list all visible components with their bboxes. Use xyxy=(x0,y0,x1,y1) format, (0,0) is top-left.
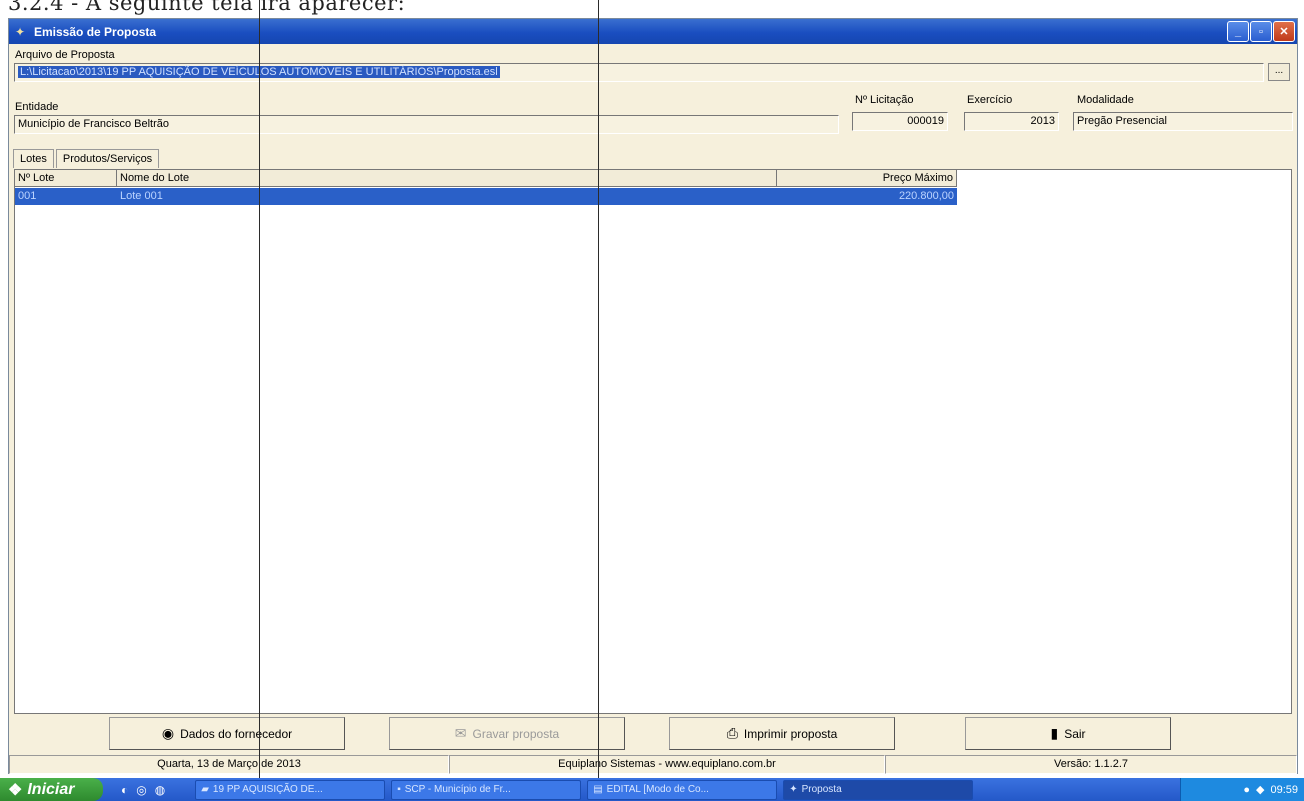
imprimir-proposta-label: Imprimir proposta xyxy=(743,726,838,741)
ie-icon[interactable]: ◐ xyxy=(121,783,128,797)
col-preco-maximo[interactable]: Preço Máximo xyxy=(777,170,957,187)
taskbar-item-label: Proposta xyxy=(801,784,842,795)
tab-lotes[interactable]: Lotes xyxy=(13,149,54,168)
system-tray: ● ◆ 09:59 xyxy=(1180,778,1304,801)
action-bar: ◉ Dados do fornecedor ✉ Gravar proposta … xyxy=(9,717,1297,753)
entidade-field[interactable]: Município de Francisco Beltrão xyxy=(14,115,839,134)
grid-header: Nº Lote Nome do Lote Preço Máximo xyxy=(15,170,957,187)
taskbar-item-edital[interactable]: ▤ EDITAL [Modo de Co... xyxy=(587,779,778,800)
status-version: Versão: 1.1.2.7 xyxy=(885,755,1297,774)
minimize-button[interactable]: _ xyxy=(1227,21,1249,42)
imprimir-proposta-button[interactable]: ⎙ Imprimir proposta xyxy=(669,717,895,750)
table-row[interactable]: 001 Lote 001 220.800,00 xyxy=(15,188,957,205)
dados-fornecedor-button[interactable]: ◉ Dados do fornecedor xyxy=(109,717,345,750)
scan-line-artifact xyxy=(259,0,260,778)
row-preco: 220.800,00 xyxy=(898,190,954,202)
modalidade-label: Modalidade xyxy=(1077,94,1134,106)
arquivo-label: Arquivo de Proposta xyxy=(15,49,115,61)
lotes-grid: Nº Lote Nome do Lote Preço Máximo 001 Lo… xyxy=(14,169,1292,714)
taskbar-item-proposta[interactable]: ✦ Proposta xyxy=(783,779,974,800)
word-icon: ▤ xyxy=(593,784,603,795)
network-icon[interactable]: ● xyxy=(1243,784,1250,796)
proposal-window: ✦ Emissão de Proposta _ ▫ ✕ Arquivo de P… xyxy=(8,18,1298,774)
exercicio-label: Exercício xyxy=(967,94,1013,106)
proposal-app-icon: ✦ xyxy=(15,24,26,39)
tab-produtos-servicos[interactable]: Produtos/Serviços xyxy=(55,149,160,168)
row-numero: 001 xyxy=(18,190,37,202)
printer-icon: ⎙ xyxy=(726,725,738,741)
dados-fornecedor-label: Dados do fornecedor xyxy=(180,726,293,741)
taskbar-item-label: EDITAL [Modo de Co... xyxy=(606,784,709,795)
status-company: Equiplano Sistemas - www.equiplano.com.b… xyxy=(449,755,885,774)
save-icon: ✉ xyxy=(454,725,467,741)
close-button[interactable]: ✕ xyxy=(1273,21,1295,42)
status-bar: Quarta, 13 de Março de 2013 Equiplano Si… xyxy=(9,755,1297,774)
document-heading: 3.2.4 - A seguinte tela irá aparecer: xyxy=(8,0,406,15)
start-label: Iniciar xyxy=(27,780,75,798)
modalidade-field[interactable]: Pregão Presencial xyxy=(1073,112,1293,131)
tab-strip: Lotes Produtos/Serviços xyxy=(13,149,161,168)
exercicio-field[interactable]: 2013 xyxy=(964,112,1059,131)
firefox-icon[interactable]: ◍ xyxy=(155,783,165,797)
sair-button[interactable]: ▮ Sair xyxy=(965,717,1171,750)
title-bar[interactable]: ✦ Emissão de Proposta _ ▫ ✕ xyxy=(9,19,1297,44)
gravar-proposta-label: Gravar proposta xyxy=(472,726,560,741)
exit-door-icon: ▮ xyxy=(1050,725,1059,741)
entidade-label: Entidade xyxy=(15,101,59,113)
sair-label: Sair xyxy=(1064,726,1086,741)
col-nome-lote[interactable]: Nome do Lote xyxy=(117,170,777,187)
arquivo-field[interactable]: L:\Licitacao\2013\19 PP AQUISIÇÃO DE VEÍ… xyxy=(14,63,1264,82)
folder-icon: ▰ xyxy=(201,784,209,795)
licitacao-label: Nº Licitação xyxy=(855,94,914,106)
maximize-button[interactable]: ▫ xyxy=(1250,21,1272,42)
taskbar-item-folder[interactable]: ▰ 19 PP AQUISIÇÃO DE... xyxy=(195,779,386,800)
taskbar-item-scp[interactable]: ▪ SCP - Município de Fr... xyxy=(391,779,582,800)
status-date: Quarta, 13 de Março de 2013 xyxy=(9,755,449,774)
quick-launch: ◐ ◎ ◍ xyxy=(121,783,165,797)
clock[interactable]: 09:59 xyxy=(1270,784,1298,796)
taskbar-item-label: 19 PP AQUISIÇÃO DE... xyxy=(212,784,323,795)
windows-logo-icon: ❖ xyxy=(8,781,23,799)
licitacao-field[interactable]: 000019 xyxy=(852,112,948,131)
browse-button[interactable]: ... xyxy=(1268,63,1290,81)
volume-icon[interactable]: ◆ xyxy=(1256,783,1264,796)
start-button[interactable]: ❖ Iniciar xyxy=(0,778,103,801)
proposal-app-icon: ✦ xyxy=(789,784,798,795)
row-nome: Lote 001 xyxy=(120,190,163,202)
window-title: Emissão de Proposta xyxy=(34,24,157,39)
app-icon: ▪ xyxy=(397,784,401,795)
scan-line-artifact xyxy=(598,0,599,778)
taskbar: ❖ Iniciar ◐ ◎ ◍ ▰ 19 PP AQUISIÇÃO DE... … xyxy=(0,778,1304,801)
supplier-icon: ◉ xyxy=(161,725,175,741)
chrome-icon[interactable]: ◎ xyxy=(136,783,146,797)
col-numero-lote[interactable]: Nº Lote xyxy=(15,170,117,187)
gravar-proposta-button[interactable]: ✉ Gravar proposta xyxy=(389,717,625,750)
taskbar-item-label: SCP - Município de Fr... xyxy=(404,784,511,795)
